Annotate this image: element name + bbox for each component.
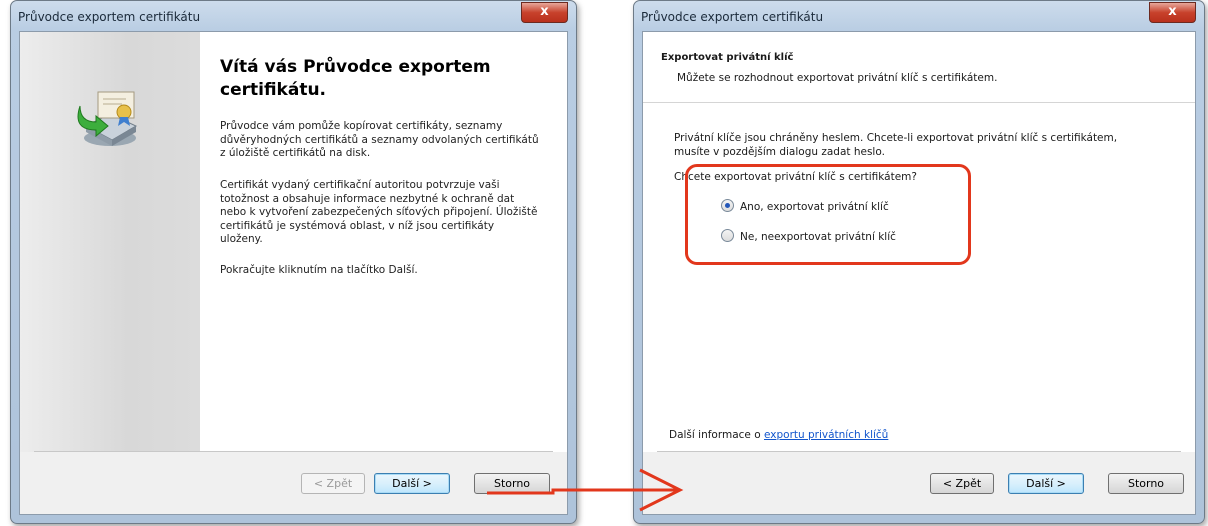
red-highlight-box <box>685 164 971 265</box>
wizard-client-area: Exportovat privátní klíč Můžete se rozho… <box>642 31 1196 515</box>
export-wizard-private-key-window: Průvodce exportem certifikátu x Exportov… <box>633 0 1205 524</box>
cancel-button[interactable]: Storno <box>1108 473 1184 494</box>
close-button[interactable]: x <box>521 2 568 23</box>
password-info-text: Privátní klíče jsou chráněny heslem. Chc… <box>674 132 1118 158</box>
continue-paragraph: Pokračujte kliknutím na tlačítko Další. <box>220 264 418 276</box>
back-button[interactable]: < Zpět <box>301 473 365 494</box>
more-info-text: Další informace o exportu privátních klí… <box>669 429 888 441</box>
window-title: Průvodce exportem certifikátu <box>641 10 824 24</box>
export-wizard-welcome-window: Průvodce exportem certifikátu x Vítá vás… <box>10 0 577 524</box>
intro-paragraph: Průvodce vám pomůže kopírovat certifikát… <box>220 120 539 159</box>
more-info-prefix: Další informace o <box>669 429 764 441</box>
cancel-button[interactable]: Storno <box>474 473 550 494</box>
title-bar: Průvodce exportem certifikátu x <box>634 1 1204 31</box>
wizard-client-area: Vítá vás Průvodce exportem certifikátu. … <box>19 31 568 515</box>
welcome-heading: Vítá vás Průvodce exportem certifikátu. <box>220 57 491 100</box>
page-header: Exportovat privátní klíč Můžete se rozho… <box>643 32 1195 103</box>
button-footer: < Zpět Další > Storno <box>643 452 1195 514</box>
back-button[interactable]: < Zpět <box>930 473 994 494</box>
private-key-export-link[interactable]: exportu privátních klíčů <box>764 429 888 441</box>
button-footer: < Zpět Další > Storno <box>20 452 567 514</box>
wizard-side-panel <box>20 32 200 452</box>
close-button[interactable]: x <box>1149 2 1196 23</box>
page-subtitle: Můžete se rozhodnout exportovat privátní… <box>677 72 998 84</box>
next-button[interactable]: Další > <box>374 473 450 494</box>
window-title: Průvodce exportem certifikátu <box>18 10 201 24</box>
certificate-paragraph: Certifikát vydaný certifikační autoritou… <box>220 179 538 245</box>
certificate-export-icon <box>77 91 138 146</box>
title-bar: Průvodce exportem certifikátu x <box>11 1 576 31</box>
next-button[interactable]: Další > <box>1008 473 1084 494</box>
page-title: Exportovat privátní klíč <box>661 52 794 63</box>
